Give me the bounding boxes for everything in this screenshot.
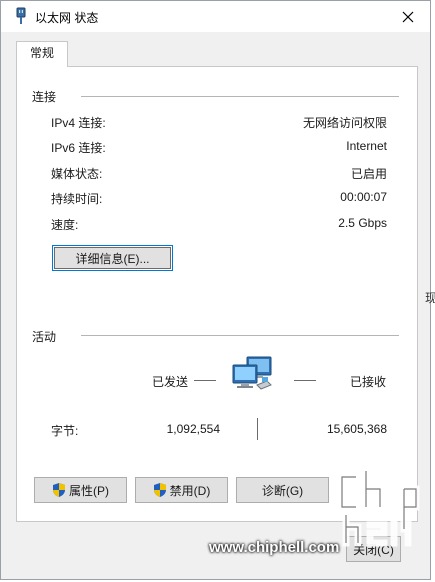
speed-value: 2.5 Gbps [338, 216, 387, 230]
network-computers-icon [232, 356, 272, 390]
network-cable-icon [16, 7, 26, 24]
watermark-url: www.chiphell.com [209, 539, 340, 556]
duration-label: 持续时间: [51, 192, 103, 206]
properties-button[interactable]: 属性(P) [34, 477, 127, 503]
received-connector-line [294, 380, 316, 381]
diagnose-button[interactable]: 诊断(G) [236, 477, 329, 503]
media-state-label: 媒体状态: [51, 167, 103, 181]
uac-shield-icon [153, 483, 166, 497]
close-window-button[interactable] [390, 1, 426, 32]
connection-group-divider [81, 96, 399, 97]
uac-shield-icon [53, 483, 65, 497]
media-state-value: 已启用 [350, 167, 387, 181]
ipv6-label: IPv6 连接: [51, 141, 106, 155]
background-edge-glyph: 现 [425, 291, 435, 305]
general-panel: 连接 IPv4 连接: 无网络访问权限 IPv6 连接: Internet 媒体… [16, 66, 418, 522]
disable-button-label: 禁用(D) [169, 483, 211, 498]
details-button[interactable]: 详细信息(E)... [52, 245, 173, 271]
chiphell-logo-watermark [338, 467, 420, 547]
title-bar[interactable]: 以太网 状态 [1, 1, 430, 32]
received-label: 已接收 [350, 375, 387, 389]
ipv6-value: Internet [346, 139, 387, 153]
window-title: 以太网 状态 [35, 11, 99, 25]
ipv4-label: IPv4 连接: [51, 116, 106, 130]
bytes-received-value: 15,605,368 [326, 422, 387, 436]
duration-value: 00:00:07 [340, 190, 387, 204]
bytes-separator [257, 418, 258, 440]
sent-label: 已发送 [152, 375, 189, 389]
tab-general[interactable]: 常规 [16, 41, 68, 67]
bytes-sent-value: 1,092,554 [166, 422, 220, 436]
bytes-label: 字节: [51, 424, 79, 438]
close-icon [402, 11, 414, 22]
properties-button-label: 属性(P) [69, 483, 109, 498]
activity-group-title: 活动 [32, 330, 57, 344]
disable-button[interactable]: 禁用(D) [135, 477, 228, 503]
ipv4-value: 无网络访问权限 [302, 116, 387, 130]
status-dialog: 以太网 状态 常规 连接 IPv4 连接: 无网络访问权限 IPv6 连接: I… [0, 0, 431, 580]
connection-group-title: 连接 [32, 90, 57, 104]
sent-connector-line [194, 380, 216, 381]
activity-group-divider [81, 335, 399, 336]
speed-label: 速度: [51, 218, 79, 232]
